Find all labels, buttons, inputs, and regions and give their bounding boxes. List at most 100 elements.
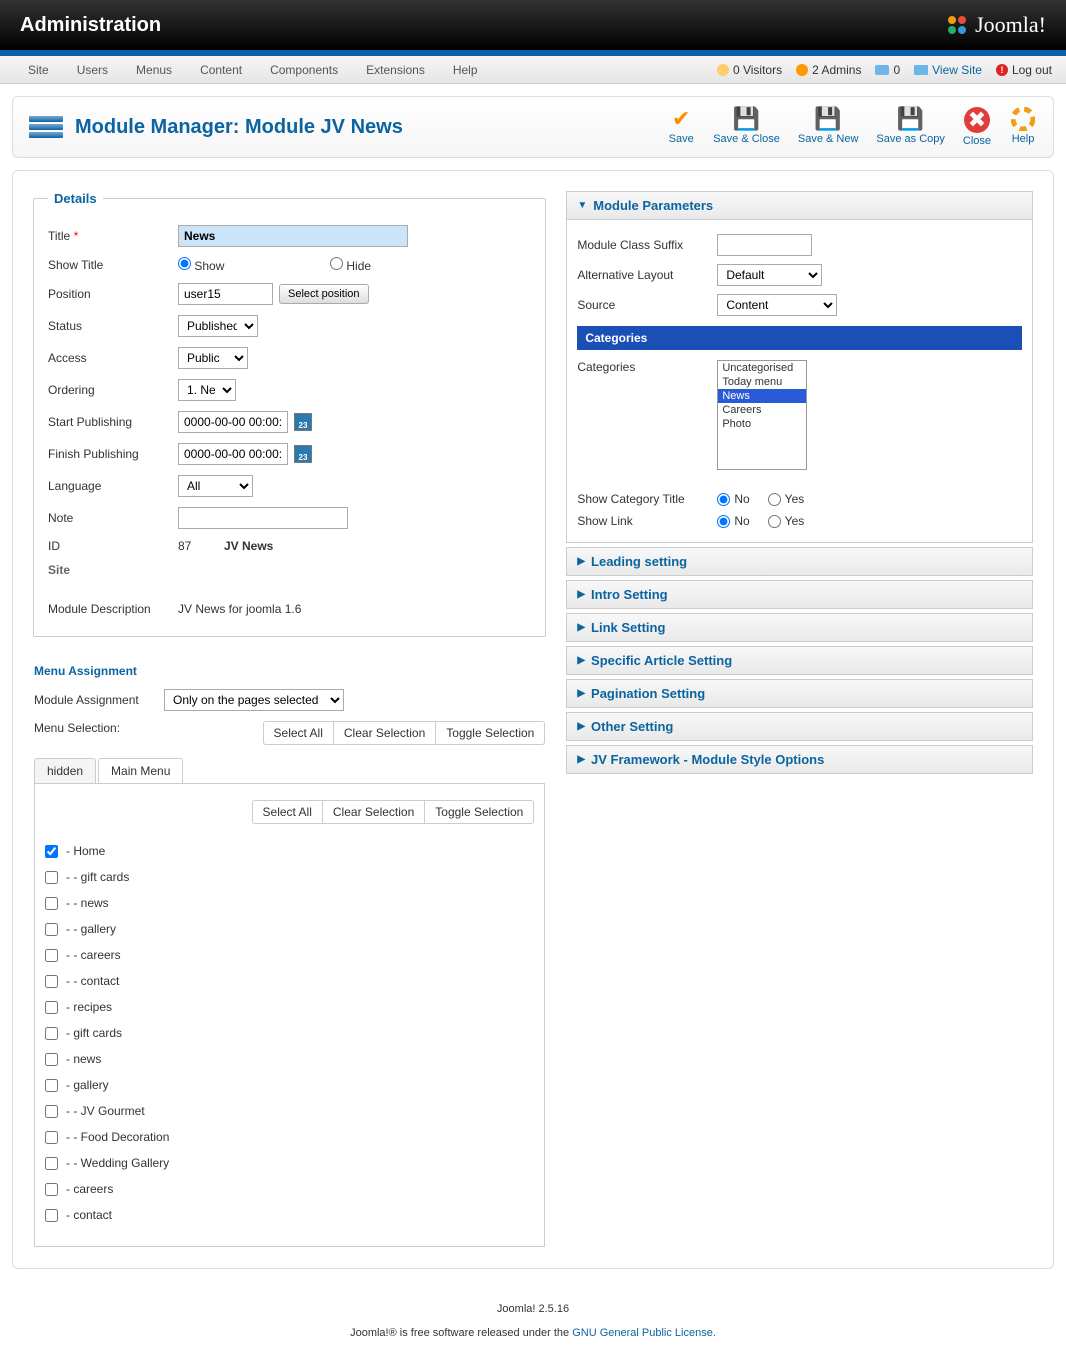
alt-layout-label: Alternative Layout (577, 268, 717, 282)
save-close-button[interactable]: 💾Save & Close (713, 107, 780, 147)
save-copy-button[interactable]: 💾Save as Copy (876, 107, 944, 147)
menu-item-checkbox[interactable] (45, 897, 58, 910)
status-admins[interactable]: 2 Admins (796, 63, 861, 77)
position-input[interactable] (178, 283, 273, 305)
tab-hidden[interactable]: hidden (34, 758, 96, 783)
menu-item[interactable]: - gallery (45, 1072, 534, 1098)
menu-components[interactable]: Components (256, 57, 352, 83)
accordion-header[interactable]: ▶Pagination Setting (566, 679, 1033, 708)
note-input[interactable] (178, 507, 348, 529)
menu-item[interactable]: - Home (45, 838, 534, 864)
menu-item[interactable]: - news (45, 1046, 534, 1072)
menu-item-checkbox[interactable] (45, 1079, 58, 1092)
save-new-button[interactable]: 💾Save & New (798, 107, 859, 147)
menu-item-checkbox[interactable] (45, 1027, 58, 1040)
menu-item[interactable]: - - news (45, 890, 534, 916)
show-cat-title-no[interactable]: No (717, 492, 749, 506)
accordion-header[interactable]: ▶Link Setting (566, 613, 1033, 642)
select-all-button-2[interactable]: Select All (253, 801, 322, 823)
id-name: JV News (224, 539, 273, 553)
status-viewsite[interactable]: View Site (914, 63, 982, 77)
menu-item-checkbox[interactable] (45, 975, 58, 988)
category-option[interactable]: Careers (718, 403, 806, 417)
menu-item[interactable]: - - Wedding Gallery (45, 1150, 534, 1176)
save-button[interactable]: ✔Save (667, 107, 695, 147)
menu-item-checkbox[interactable] (45, 1105, 58, 1118)
menu-item[interactable]: - - JV Gourmet (45, 1098, 534, 1124)
accordion-header[interactable]: ▶Specific Article Setting (566, 646, 1033, 675)
show-title-hide[interactable]: Hide (330, 257, 460, 273)
access-select[interactable]: Public (178, 347, 248, 369)
start-pub-input[interactable] (178, 411, 288, 433)
menu-item[interactable]: - - gallery (45, 916, 534, 942)
status-select[interactable]: Published (178, 315, 258, 337)
chevron-right-icon: ▶ (577, 622, 585, 633)
menu-item-checkbox[interactable] (45, 1131, 58, 1144)
finish-pub-input[interactable] (178, 443, 288, 465)
category-option[interactable]: News (718, 389, 806, 403)
select-all-button[interactable]: Select All (264, 722, 334, 744)
category-option[interactable]: Uncategorised (718, 361, 806, 375)
accordion-header[interactable]: ▶JV Framework - Module Style Options (566, 745, 1033, 774)
menu-item-checkbox[interactable] (45, 1183, 58, 1196)
close-button[interactable]: ✖Close (963, 107, 991, 147)
menu-item-checkbox[interactable] (45, 1053, 58, 1066)
menu-users[interactable]: Users (63, 57, 122, 83)
select-position-button[interactable]: Select position (279, 284, 369, 304)
license-link[interactable]: GNU General Public License. (572, 1327, 716, 1339)
help-button[interactable]: Help (1009, 107, 1037, 147)
accordion-header[interactable]: ▶Other Setting (566, 712, 1033, 741)
categories-list[interactable]: UncategorisedToday menuNewsCareersPhoto (717, 360, 807, 470)
menu-item-checkbox[interactable] (45, 1001, 58, 1014)
ordering-label: Ordering (48, 383, 178, 397)
menu-item[interactable]: - gift cards (45, 1020, 534, 1046)
menu-item-label: - - gift cards (66, 870, 129, 884)
left-column: Details Title * Show Title Show Hide Pos… (33, 191, 546, 1248)
tab-main-menu[interactable]: Main Menu (98, 758, 183, 783)
toggle-selection-button-2[interactable]: Toggle Selection (424, 801, 533, 823)
menu-item[interactable]: - recipes (45, 994, 534, 1020)
class-suffix-input[interactable] (717, 234, 812, 256)
show-cat-title-yes[interactable]: Yes (768, 492, 805, 506)
module-assignment-select[interactable]: Only on the pages selected (164, 689, 344, 711)
show-title-show[interactable]: Show (178, 257, 308, 273)
menu-site[interactable]: Site (14, 57, 63, 83)
clear-selection-button-2[interactable]: Clear Selection (322, 801, 424, 823)
category-option[interactable]: Photo (718, 417, 806, 431)
menu-item[interactable]: - - gift cards (45, 864, 534, 890)
menu-item[interactable]: - - Food Decoration (45, 1124, 534, 1150)
title-input[interactable] (178, 225, 408, 247)
clear-selection-button[interactable]: Clear Selection (334, 722, 436, 744)
menu-item[interactable]: - - contact (45, 968, 534, 994)
menu-content[interactable]: Content (186, 57, 256, 83)
accordion-header[interactable]: ▶Intro Setting (566, 580, 1033, 609)
menu-item-checkbox[interactable] (45, 845, 58, 858)
menu-item[interactable]: - - careers (45, 942, 534, 968)
menu-extensions[interactable]: Extensions (352, 57, 439, 83)
calendar-icon[interactable]: 23 (294, 413, 312, 431)
menu-item[interactable]: - careers (45, 1176, 534, 1202)
menu-item-checkbox[interactable] (45, 949, 58, 962)
show-link-yes[interactable]: Yes (768, 514, 805, 528)
menu-help[interactable]: Help (439, 57, 492, 83)
menu-item-checkbox[interactable] (45, 1209, 58, 1222)
status-visitors[interactable]: 0 Visitors (717, 63, 782, 77)
accordion-header[interactable]: ▶Leading setting (566, 547, 1033, 576)
status-logout[interactable]: !Log out (996, 63, 1052, 77)
calendar-icon[interactable]: 23 (294, 445, 312, 463)
menu-item-checkbox[interactable] (45, 871, 58, 884)
menu-item-checkbox[interactable] (45, 923, 58, 936)
menu-item-checkbox[interactable] (45, 1157, 58, 1170)
menu-menus[interactable]: Menus (122, 57, 186, 83)
category-option[interactable]: Today menu (718, 375, 806, 389)
toggle-selection-button[interactable]: Toggle Selection (436, 722, 544, 744)
status-messages[interactable]: 0 (875, 63, 900, 77)
ordering-select[interactable]: 1. News (178, 379, 236, 401)
menu-item[interactable]: - contact (45, 1202, 534, 1228)
show-title-label: Show Title (48, 258, 178, 272)
alt-layout-select[interactable]: Default (717, 264, 822, 286)
source-select[interactable]: Content (717, 294, 837, 316)
module-parameters-header[interactable]: ▼Module Parameters (566, 191, 1033, 220)
show-link-no[interactable]: No (717, 514, 749, 528)
language-select[interactable]: All (178, 475, 253, 497)
